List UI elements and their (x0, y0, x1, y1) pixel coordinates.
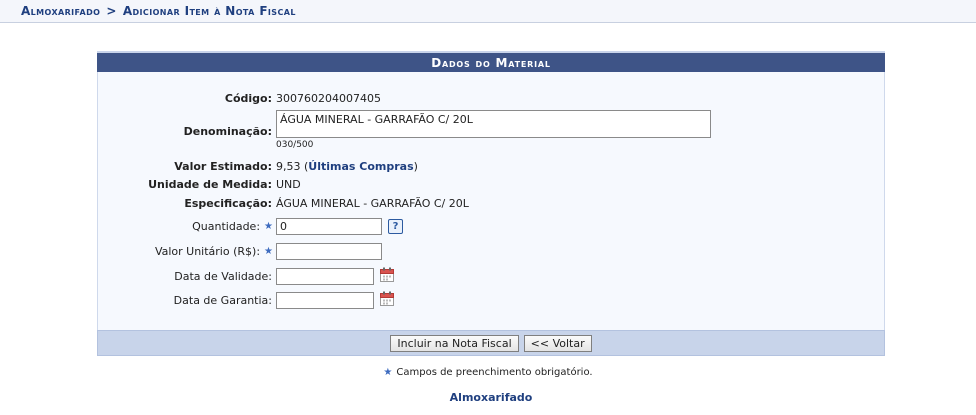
voltar-button[interactable]: << Voltar (523, 334, 592, 352)
valor-estimado-label: Valor Estimado: (174, 160, 272, 173)
valor-estimado-number: 9,53 (276, 160, 301, 173)
breadcrumb-section: Almoxarifado (21, 4, 101, 18)
required-fields-note: ★ Campos de preenchimento obrigatório. (0, 367, 976, 378)
denominacao-textarea[interactable]: ÁGUA MINERAL - GARRAFÃO C/ 20L (276, 110, 711, 138)
valor-estimado-close-paren: ) (413, 160, 418, 173)
quantidade-row: Quantidade: ★ ? (98, 218, 884, 235)
codigo-value: 300760204007405 (276, 92, 381, 105)
calendar-icon[interactable] (380, 267, 394, 285)
dados-material-panel: Dados do Material Código: 30076020400740… (97, 51, 885, 356)
incluir-nota-fiscal-button[interactable]: Incluir na Nota Fiscal (390, 334, 519, 352)
data-validade-label: Data de Validade: (174, 269, 272, 283)
panel-footer: Incluir na Nota Fiscal << Voltar (97, 330, 885, 356)
page-title: Adicionar Item à Nota Fiscal (122, 4, 296, 18)
data-validade-input[interactable] (276, 267, 374, 285)
data-validade-row: Data de Validade: (98, 267, 884, 285)
breadcrumb-separator: > (106, 4, 117, 18)
calendar-icon[interactable] (380, 291, 394, 309)
valor-estimado-value: 9,53 (Últimas Compras) (276, 160, 418, 173)
especificacao-label: Especificação: (184, 197, 272, 210)
data-garantia-input[interactable] (276, 291, 374, 309)
required-fields-text: Campos de preenchimento obrigatório. (396, 367, 593, 378)
valor-unitario-label: Valor Unitário (R$): (154, 245, 261, 258)
denominacao-counter: 030/500 (276, 140, 314, 150)
ultimas-compras-link[interactable]: Últimas Compras (308, 160, 413, 173)
required-star-icon: ★ (383, 367, 393, 378)
unidade-row: Unidade de Medida: UND (98, 178, 884, 191)
denominacao-row: Denominação: ÁGUA MINERAL - GARRAFÃO C/ … (98, 110, 884, 150)
required-star-icon: ★ (264, 221, 273, 232)
denominacao-label: Denominação: (183, 125, 272, 138)
codigo-row: Código: 300760204007405 (98, 92, 884, 105)
required-star-icon: ★ (264, 246, 273, 257)
especificacao-value: ÁGUA MINERAL - GARRAFÃO C/ 20L (276, 197, 469, 210)
panel-title: Dados do Material (97, 51, 885, 72)
valor-unitario-input[interactable] (276, 243, 382, 260)
data-garantia-row: Data de Garantia: (98, 291, 884, 309)
codigo-label: Código: (224, 92, 272, 105)
especificacao-row: Especificação: ÁGUA MINERAL - GARRAFÃO C… (98, 197, 884, 210)
almoxarifado-link[interactable]: Almoxarifado (450, 391, 533, 404)
unidade-value: UND (276, 178, 301, 191)
quantidade-label: Quantidade: (192, 220, 261, 233)
footer: Almoxarifado (0, 391, 976, 404)
breadcrumb: Almoxarifado > Adicionar Item à Nota Fis… (0, 0, 976, 23)
valor-unitario-row: Valor Unitário (R$): ★ (98, 243, 884, 260)
data-garantia-label: Data de Garantia: (173, 293, 272, 307)
quantidade-input[interactable] (276, 218, 382, 235)
help-icon[interactable]: ? (388, 219, 403, 234)
unidade-label: Unidade de Medida: (148, 178, 272, 191)
valor-estimado-row: Valor Estimado: 9,53 (Últimas Compras) (98, 160, 884, 173)
panel-body: Código: 300760204007405 Denominação: ÁGU… (97, 72, 885, 330)
